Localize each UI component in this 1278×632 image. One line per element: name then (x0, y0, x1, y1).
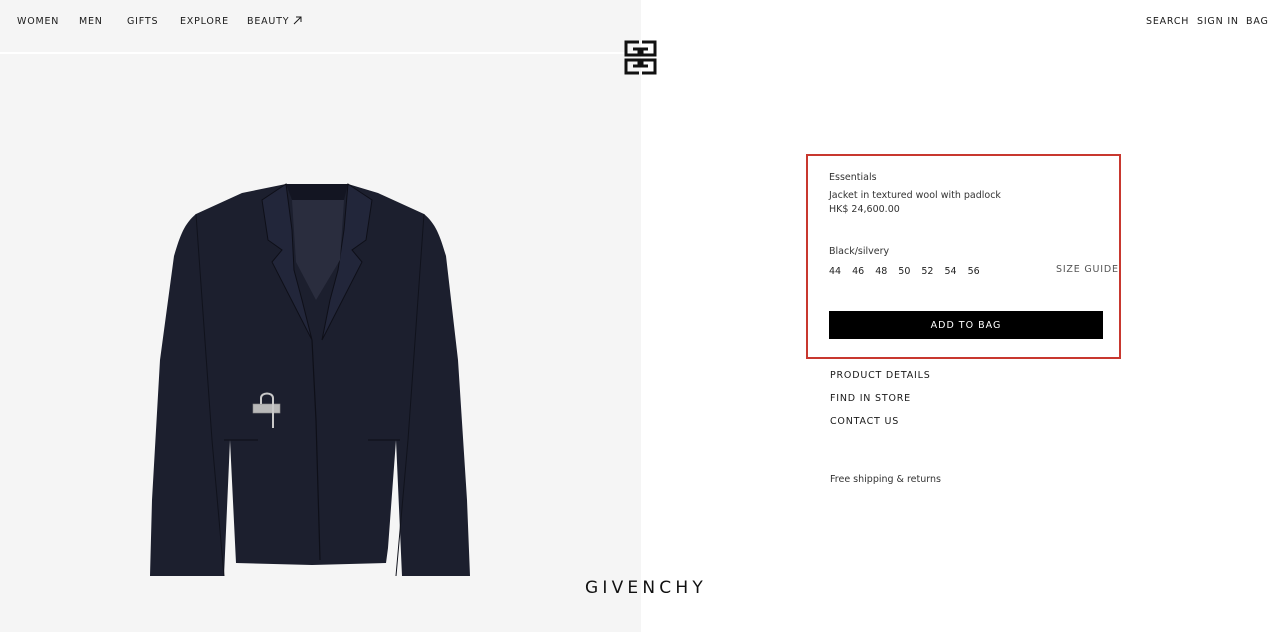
bag-button[interactable]: BAG (1246, 16, 1269, 27)
product-image-jacket (150, 183, 470, 577)
givenchy-logo-icon[interactable] (624, 40, 657, 75)
nav-item-beauty[interactable]: BEAUTY (247, 16, 302, 27)
product-details-link[interactable]: PRODUCT DETAILS (830, 370, 931, 381)
product-name: Jacket in textured wool with padlock (829, 190, 1001, 201)
size-option-48[interactable]: 48 (875, 266, 887, 277)
size-selector: 44 46 48 50 52 54 56 (829, 266, 991, 277)
external-arrow-icon (294, 16, 302, 25)
nav-item-men[interactable]: MEN (79, 16, 103, 27)
givenchy-wordmark: GIVENCHY (585, 578, 707, 598)
size-option-52[interactable]: 52 (921, 266, 933, 277)
find-in-store-link[interactable]: FIND IN STORE (830, 393, 911, 404)
product-price: HK$ 24,600.00 (829, 204, 900, 215)
shipping-info-link[interactable]: Free shipping & returns (830, 474, 941, 485)
size-option-44[interactable]: 44 (829, 266, 841, 277)
contact-us-link[interactable]: CONTACT US (830, 416, 899, 427)
top-navigation: WOMEN MEN GIFTS EXPLORE BEAUTY SEARCH SI… (0, 0, 1278, 44)
search-button[interactable]: SEARCH (1146, 16, 1189, 27)
nav-item-beauty-label: BEAUTY (247, 16, 290, 27)
product-image-panel (0, 0, 641, 632)
size-option-46[interactable]: 46 (852, 266, 864, 277)
product-color: Black/silvery (829, 246, 890, 257)
sign-in-button[interactable]: SIGN IN (1197, 16, 1239, 27)
product-collection: Essentials (829, 172, 877, 183)
nav-item-explore[interactable]: EXPLORE (180, 16, 229, 27)
size-option-56[interactable]: 56 (968, 266, 980, 277)
add-to-bag-button[interactable]: ADD TO BAG (829, 311, 1103, 339)
nav-item-women[interactable]: WOMEN (17, 16, 59, 27)
nav-item-gifts[interactable]: GIFTS (127, 16, 158, 27)
size-option-50[interactable]: 50 (898, 266, 910, 277)
size-guide-link[interactable]: SIZE GUIDE (1056, 264, 1119, 275)
size-option-54[interactable]: 54 (944, 266, 956, 277)
